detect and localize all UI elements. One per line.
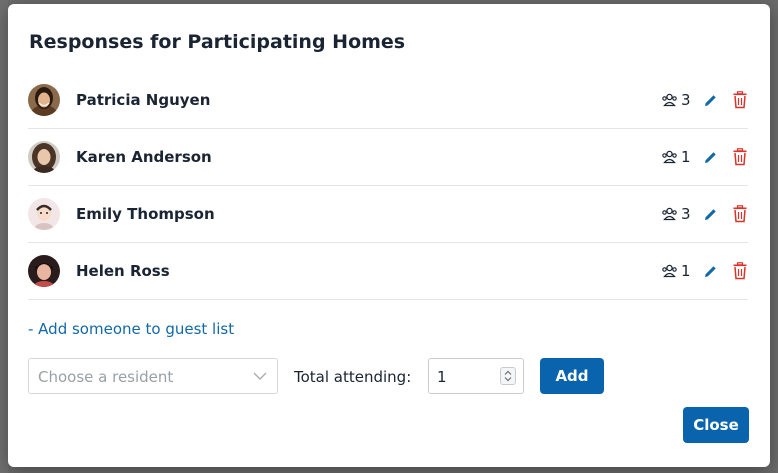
response-row: Karen Anderson 1 [28, 129, 748, 186]
total-attending-input[interactable]: 1 [428, 358, 524, 394]
page-backdrop [0, 0, 8, 473]
responses-dialog: Responses for Participating Homes Patric… [8, 4, 770, 467]
resident-name: Karen Anderson [76, 148, 212, 166]
edit-button[interactable] [703, 150, 718, 165]
trash-icon [733, 205, 747, 223]
guests-icon [662, 264, 677, 278]
attendee-count: 1 [681, 262, 691, 280]
guests-icon [662, 93, 677, 107]
add-button[interactable]: Add [540, 358, 604, 394]
attendee-count: 3 [681, 205, 691, 223]
pencil-icon [705, 151, 716, 163]
chevron-down-icon [253, 372, 267, 380]
guests-icon [662, 207, 677, 221]
resident-name: Emily Thompson [76, 205, 215, 223]
edit-button[interactable] [703, 264, 718, 279]
pencil-icon [705, 265, 716, 277]
close-button[interactable]: Close [683, 407, 749, 443]
delete-button[interactable] [732, 148, 748, 166]
trash-icon [733, 262, 747, 280]
total-attending-label: Total attending: [294, 368, 412, 386]
number-spinner[interactable] [500, 367, 516, 385]
avatar [28, 84, 60, 116]
attendee-count: 3 [681, 91, 691, 109]
add-guest-link[interactable]: - Add someone to guest list [28, 320, 234, 338]
response-row: Emily Thompson 3 [28, 186, 748, 243]
trash-icon [733, 148, 747, 166]
resident-select-placeholder: Choose a resident [38, 368, 174, 386]
dialog-title: Responses for Participating Homes [29, 31, 406, 53]
response-row: Patricia Nguyen 3 [28, 72, 748, 129]
response-actions: 1 [661, 259, 748, 283]
trash-icon [733, 91, 747, 109]
resident-name: Patricia Nguyen [76, 91, 211, 109]
response-actions: 3 [661, 202, 748, 226]
resident-name: Helen Ross [76, 262, 170, 280]
avatar [28, 141, 60, 173]
total-attending-value: 1 [437, 368, 447, 386]
responses-list: Patricia Nguyen 3 Karen Anderson 1 Emily… [28, 72, 748, 300]
resident-select[interactable]: Choose a resident [28, 358, 278, 394]
pencil-icon [705, 208, 716, 220]
response-actions: 3 [661, 88, 748, 112]
spinner-arrows-icon [504, 370, 512, 382]
edit-button[interactable] [703, 93, 718, 108]
attendee-count: 1 [681, 148, 691, 166]
delete-button[interactable] [732, 91, 748, 109]
pencil-icon [705, 94, 716, 106]
avatar [28, 198, 60, 230]
delete-button[interactable] [732, 205, 748, 223]
avatar [28, 255, 60, 287]
response-row: Helen Ross 1 [28, 243, 748, 300]
edit-button[interactable] [703, 207, 718, 222]
guests-icon [662, 150, 677, 164]
delete-button[interactable] [732, 262, 748, 280]
response-actions: 1 [661, 145, 748, 169]
